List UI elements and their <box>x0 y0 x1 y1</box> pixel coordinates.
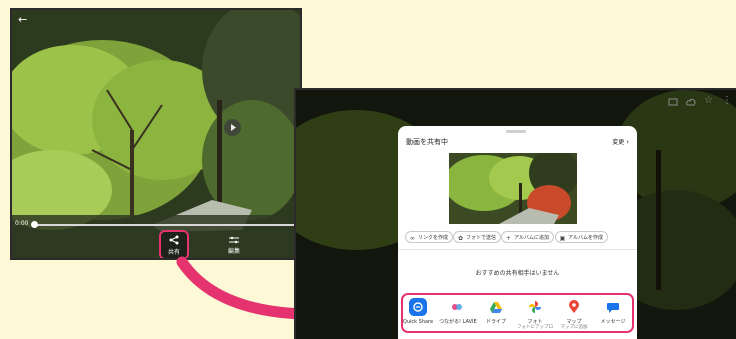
lavie-icon <box>448 298 466 316</box>
video-frame <box>12 10 300 258</box>
chip-create-link[interactable]: ∞ リンクを作成 <box>405 231 454 243</box>
cast-icon <box>668 98 678 106</box>
divider <box>398 249 637 250</box>
seek-bar[interactable] <box>34 224 300 226</box>
no-contacts-text: おすすめの共有相手はいません <box>475 270 560 277</box>
chip-send-in-photos[interactable]: ✿ フォトで送信 <box>453 231 502 243</box>
video-thumbnail <box>449 153 577 224</box>
maps-icon <box>565 298 583 316</box>
app-drive[interactable]: ドライブ <box>478 298 514 325</box>
back-icon[interactable]: ← <box>18 14 27 26</box>
play-icon <box>231 124 236 131</box>
drive-icon <box>487 298 505 316</box>
app-quick-share[interactable]: Quick Share <box>400 298 436 325</box>
change-button[interactable]: 変更 › <box>612 137 629 146</box>
more-vert-icon: ⋮ <box>722 95 732 106</box>
app-maps[interactable]: マップ マップに追加 <box>556 298 592 331</box>
share-icon <box>169 235 179 245</box>
photos-pinwheel-icon <box>526 298 544 316</box>
chip-add-to-album[interactable]: + アルバムに追加 <box>501 231 554 243</box>
quick-share-icon <box>409 298 427 316</box>
messages-icon <box>604 298 622 316</box>
star-icon: ☆ <box>704 95 713 106</box>
chevron-right-icon: › <box>626 138 629 146</box>
change-label: 変更 <box>612 139 625 146</box>
app-photos[interactable]: フォト フォトにアップロ <box>517 298 553 331</box>
link-icon: ∞ <box>410 235 415 242</box>
album-icon: ▣ <box>559 235 566 242</box>
cloud-upload-icon <box>686 98 696 106</box>
edit-sliders-icon <box>229 236 239 244</box>
play-button[interactable] <box>224 119 241 136</box>
app-lavie[interactable]: つながる! LAVIE <box>439 298 477 325</box>
share-bottom-sheet: 動画を共有中 変更 › ∞ リンクを作成 ✿ フォトで送信 + アルバムに追加 ▣ アル… <box>398 126 637 339</box>
seek-thumb[interactable] <box>31 221 38 228</box>
share-sheet-screen: ☆ ⋮ 動画を共有中 変更 › ∞ リンクを作成 ✿ フォトで送信 + アルバムに追加… <box>294 88 736 339</box>
app-messages[interactable]: メッセージ <box>595 298 631 325</box>
photos-icon: ✿ <box>457 235 464 242</box>
drag-handle[interactable] <box>506 130 526 133</box>
sheet-title: 動画を共有中 <box>406 138 448 146</box>
video-player-screen: ← ☆ ⋮ 0:00 共有 編集 <box>10 8 302 260</box>
plus-icon: + <box>505 235 512 242</box>
time-readout: 0:00 <box>15 220 29 227</box>
chip-create-album[interactable]: ▣ アルバムを作成 <box>555 231 608 243</box>
